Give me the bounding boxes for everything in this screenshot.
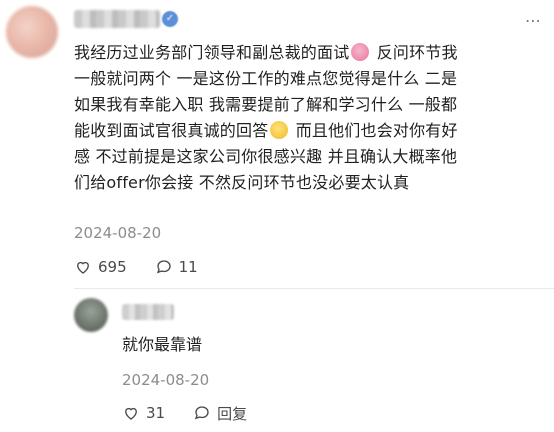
heart-icon xyxy=(74,258,92,276)
verified-badge-icon: ✓ xyxy=(162,11,178,27)
comment-body: 我经历过业务部门领导和副总裁的面试 反问环节我 一般就问两个 一是这份工作的难点… xyxy=(74,40,544,196)
comment-text: 能收到面试官很真诚的回答 xyxy=(74,121,269,140)
comment-line: 们给offer你会接 不然反问环节也没必要太认真 xyxy=(74,173,410,192)
reply-username-redacted[interactable] xyxy=(122,304,174,320)
reply-date: 2024-08-20 xyxy=(122,371,210,389)
username-redacted[interactable] xyxy=(74,10,160,28)
reply-button[interactable]: 回复 xyxy=(193,403,247,424)
heart-icon xyxy=(122,404,140,422)
comment-bubble-icon xyxy=(155,258,173,276)
like-count: 695 xyxy=(98,258,127,276)
reply-like-count: 31 xyxy=(146,404,166,422)
smiling-face-emoji-icon xyxy=(270,121,289,139)
comment-line: 我经历过业务部门领导和副总裁的面试 反问环节我 xyxy=(74,40,544,66)
comment-button[interactable]: 11 xyxy=(155,258,198,276)
comment-thread: ✓ ⋯ 我经历过业务部门领导和副总裁的面试 反问环节我 一般就问两个 一是这份工… xyxy=(0,0,554,432)
reply-like-button[interactable]: 31 xyxy=(122,404,165,422)
blushing-face-emoji-icon xyxy=(351,43,370,61)
comment-text: 而且他们也会对你有好 xyxy=(295,121,458,140)
comment-line: 一般就问两个 一是这份工作的难点您觉得是什么 二是 xyxy=(74,69,458,88)
comment-line: 能收到面试官很真诚的回答 而且他们也会对你有好 xyxy=(74,118,544,144)
comment-bubble-icon xyxy=(193,404,211,422)
divider xyxy=(74,288,554,289)
more-options-icon[interactable]: ⋯ xyxy=(524,12,542,30)
post-date: 2024-08-20 xyxy=(74,224,162,242)
comment-line: 感 不过前提是这家公司你很感兴趣 并且确认大概率他 xyxy=(74,147,458,166)
comment-line: 如果我有幸能入职 我需要提前了解和学习什么 一般都 xyxy=(74,95,458,114)
post-actions: 695 11 xyxy=(74,256,198,278)
reply-body: 就你最靠谱 xyxy=(122,335,203,354)
comment-text: 反问环节我 xyxy=(376,43,458,62)
reply-label: 回复 xyxy=(217,404,248,423)
reply-actions: 31 回复 xyxy=(122,402,247,424)
comment-count: 11 xyxy=(178,258,198,276)
comment-text: 我经历过业务部门领导和副总裁的面试 xyxy=(74,43,350,62)
like-button[interactable]: 695 xyxy=(74,258,127,276)
reply-user-avatar[interactable] xyxy=(74,298,108,332)
user-avatar[interactable] xyxy=(6,6,58,58)
